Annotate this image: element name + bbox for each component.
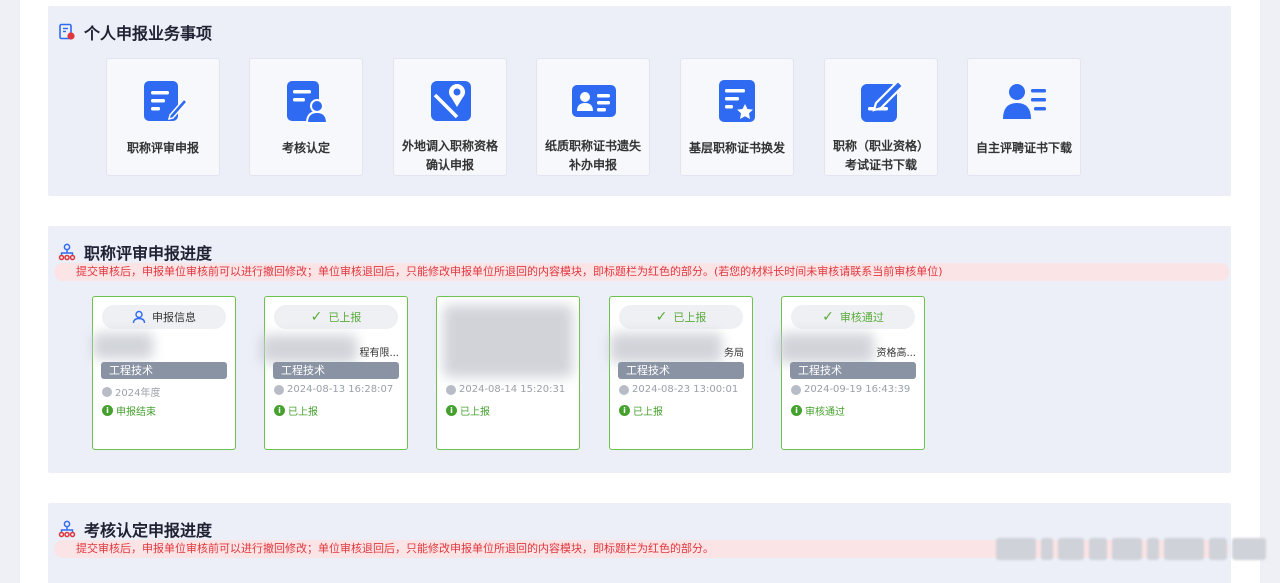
tile-title-review[interactable]: 职称评审申报 bbox=[106, 58, 220, 176]
main-page: 个人申报业务事项 职称评审申报 考核认定 外地调入职称资格确认申报 纸质职称证书… bbox=[20, 0, 1260, 583]
card-org-name: 资格高... bbox=[876, 348, 916, 359]
tile-assessment[interactable]: 考核认定 bbox=[249, 58, 363, 176]
clock-icon bbox=[446, 384, 456, 395]
progress-card[interactable]: 2024-08-14 15:20:31 i 已上报 bbox=[436, 296, 580, 450]
card-status: i 已上报 bbox=[619, 403, 663, 418]
tile-transfer-confirm[interactable]: 外地调入职称资格确认申报 bbox=[393, 58, 507, 176]
star-document-icon bbox=[719, 80, 755, 122]
clock-icon bbox=[102, 386, 112, 397]
tile-self-hire-certificate[interactable]: 自主评聘证书下载 bbox=[967, 58, 1081, 176]
card-category-tag: 工程技术 bbox=[618, 362, 744, 379]
card-category-tag: 工程技术 bbox=[101, 362, 227, 379]
review-progress-header: 职称评审申报进度 bbox=[58, 240, 212, 264]
card-status: i 已上报 bbox=[274, 403, 318, 418]
clock-icon bbox=[274, 384, 284, 395]
redacted-block bbox=[778, 333, 874, 363]
card-time-text: 2024-09-19 16:43:39 bbox=[804, 384, 911, 395]
tile-label: 基层职称证书换发 bbox=[688, 141, 785, 155]
card-time: 2024-08-14 15:20:31 bbox=[446, 384, 565, 395]
tile-label: 自主评聘证书下载 bbox=[975, 141, 1072, 155]
card-time: 2024-08-13 16:28:07 bbox=[274, 384, 393, 395]
card-time: 2024-09-19 16:43:39 bbox=[791, 384, 910, 395]
card-status-pill: 申报信息 bbox=[102, 305, 226, 329]
tile-grassroots-exchange[interactable]: 基层职称证书换发 bbox=[680, 58, 794, 176]
tile-label: 职称（职业资格）考试证书下载 bbox=[832, 139, 929, 172]
watermark bbox=[996, 537, 1266, 561]
services-panel: 个人申报业务事项 职称评审申报 考核认定 外地调入职称资格确认申报 纸质职称证书… bbox=[48, 6, 1231, 196]
card-pill-label: 已上报 bbox=[673, 311, 707, 324]
card-category-tag: 工程技术 bbox=[790, 362, 916, 379]
check-icon: ✓ bbox=[822, 309, 834, 325]
card-status-pill: ✓ 已上报 bbox=[619, 305, 743, 329]
card-status: i 审核通过 bbox=[791, 403, 845, 418]
card-time: 2024年度 bbox=[102, 384, 160, 399]
progress-card[interactable]: ✓ 已上报 程有限... 工程技术 2024-08-13 16:28:07 i … bbox=[261, 296, 408, 450]
user-document-icon bbox=[287, 81, 329, 124]
card-pill-label: 审核通过 bbox=[839, 311, 884, 324]
assess-progress-title: 考核认定申报进度 bbox=[84, 521, 213, 540]
redacted-block bbox=[93, 333, 153, 359]
pen-document-icon bbox=[861, 79, 905, 122]
card-time-text: 2024-08-14 15:20:31 bbox=[459, 384, 566, 395]
redacted-block bbox=[610, 333, 722, 363]
progress-card[interactable]: ✓ 已上报 务局 工程技术 2024-08-23 13:00:01 i 已上报 bbox=[609, 296, 753, 450]
card-status: i 已上报 bbox=[446, 403, 490, 418]
map-location-icon bbox=[431, 81, 471, 121]
org-chart-icon bbox=[58, 520, 76, 538]
progress-card[interactable]: ✓ 审核通过 资格高... 工程技术 2024-09-19 16:43:39 i… bbox=[778, 296, 925, 450]
tile-label: 外地调入职称资格确认申报 bbox=[401, 139, 498, 172]
id-card-icon bbox=[572, 85, 616, 117]
user-icon bbox=[132, 310, 146, 324]
services-title: 个人申报业务事项 bbox=[84, 24, 213, 43]
card-status-text: 申报结束 bbox=[116, 407, 156, 418]
info-icon: i bbox=[274, 405, 285, 416]
card-pill-label: 申报信息 bbox=[152, 311, 196, 324]
tile-exam-certificate[interactable]: 职称（职业资格）考试证书下载 bbox=[824, 58, 938, 176]
card-time: 2024-08-23 13:00:01 bbox=[619, 384, 738, 395]
card-status-text: 已上报 bbox=[460, 407, 490, 418]
services-header: 个人申报业务事项 bbox=[58, 20, 212, 44]
document-lock-icon bbox=[59, 23, 75, 40]
info-icon: i bbox=[791, 405, 802, 416]
info-icon: i bbox=[619, 405, 630, 416]
card-status-text: 审核通过 bbox=[805, 407, 845, 418]
assess-progress-header: 考核认定申报进度 bbox=[58, 517, 212, 541]
card-status-text: 已上报 bbox=[633, 407, 663, 418]
card-time-text: 2024-08-23 13:00:01 bbox=[632, 384, 739, 395]
review-progress-panel: 职称评审申报进度 提交审核后，申报单位审核前可以进行撤回修改；单位审核退回后，只… bbox=[48, 226, 1231, 473]
org-chart-icon bbox=[58, 243, 76, 261]
card-pill-label: 已上报 bbox=[328, 311, 362, 324]
card-time-text: 2024年度 bbox=[115, 388, 161, 399]
user-list-icon bbox=[1003, 84, 1046, 119]
card-category-tag: 工程技术 bbox=[273, 362, 399, 379]
card-status-pill: ✓ 审核通过 bbox=[791, 305, 915, 329]
tile-label: 职称评审申报 bbox=[126, 141, 199, 155]
edit-document-icon bbox=[144, 81, 188, 121]
clock-icon bbox=[791, 384, 801, 395]
check-icon: ✓ bbox=[655, 309, 668, 325]
check-icon: ✓ bbox=[310, 309, 323, 325]
redacted-block bbox=[261, 335, 357, 363]
clock-icon bbox=[619, 384, 629, 395]
review-progress-title: 职称评审申报进度 bbox=[84, 244, 213, 263]
progress-card[interactable]: 申报信息 工程技术 2024年度 i 申报结束 bbox=[92, 296, 236, 450]
card-time-text: 2024-08-13 16:28:07 bbox=[287, 384, 394, 395]
card-org-name: 务局 bbox=[724, 348, 744, 359]
info-icon: i bbox=[102, 405, 113, 416]
tile-label: 考核认定 bbox=[281, 141, 330, 155]
card-org-name: 程有限... bbox=[359, 348, 399, 359]
redacted-block bbox=[443, 305, 573, 377]
card-status-pill: ✓ 已上报 bbox=[274, 305, 398, 329]
card-status: i 申报结束 bbox=[102, 403, 156, 418]
tile-label: 纸质职称证书遗失补办申报 bbox=[544, 139, 641, 172]
card-status-text: 已上报 bbox=[288, 407, 318, 418]
info-icon: i bbox=[446, 405, 457, 416]
tile-certificate-reissue[interactable]: 纸质职称证书遗失补办申报 bbox=[536, 58, 650, 176]
review-notice: 提交审核后，申报单位审核前可以进行撤回修改；单位审核退回后，只能修改申报单位所退… bbox=[54, 263, 1229, 281]
